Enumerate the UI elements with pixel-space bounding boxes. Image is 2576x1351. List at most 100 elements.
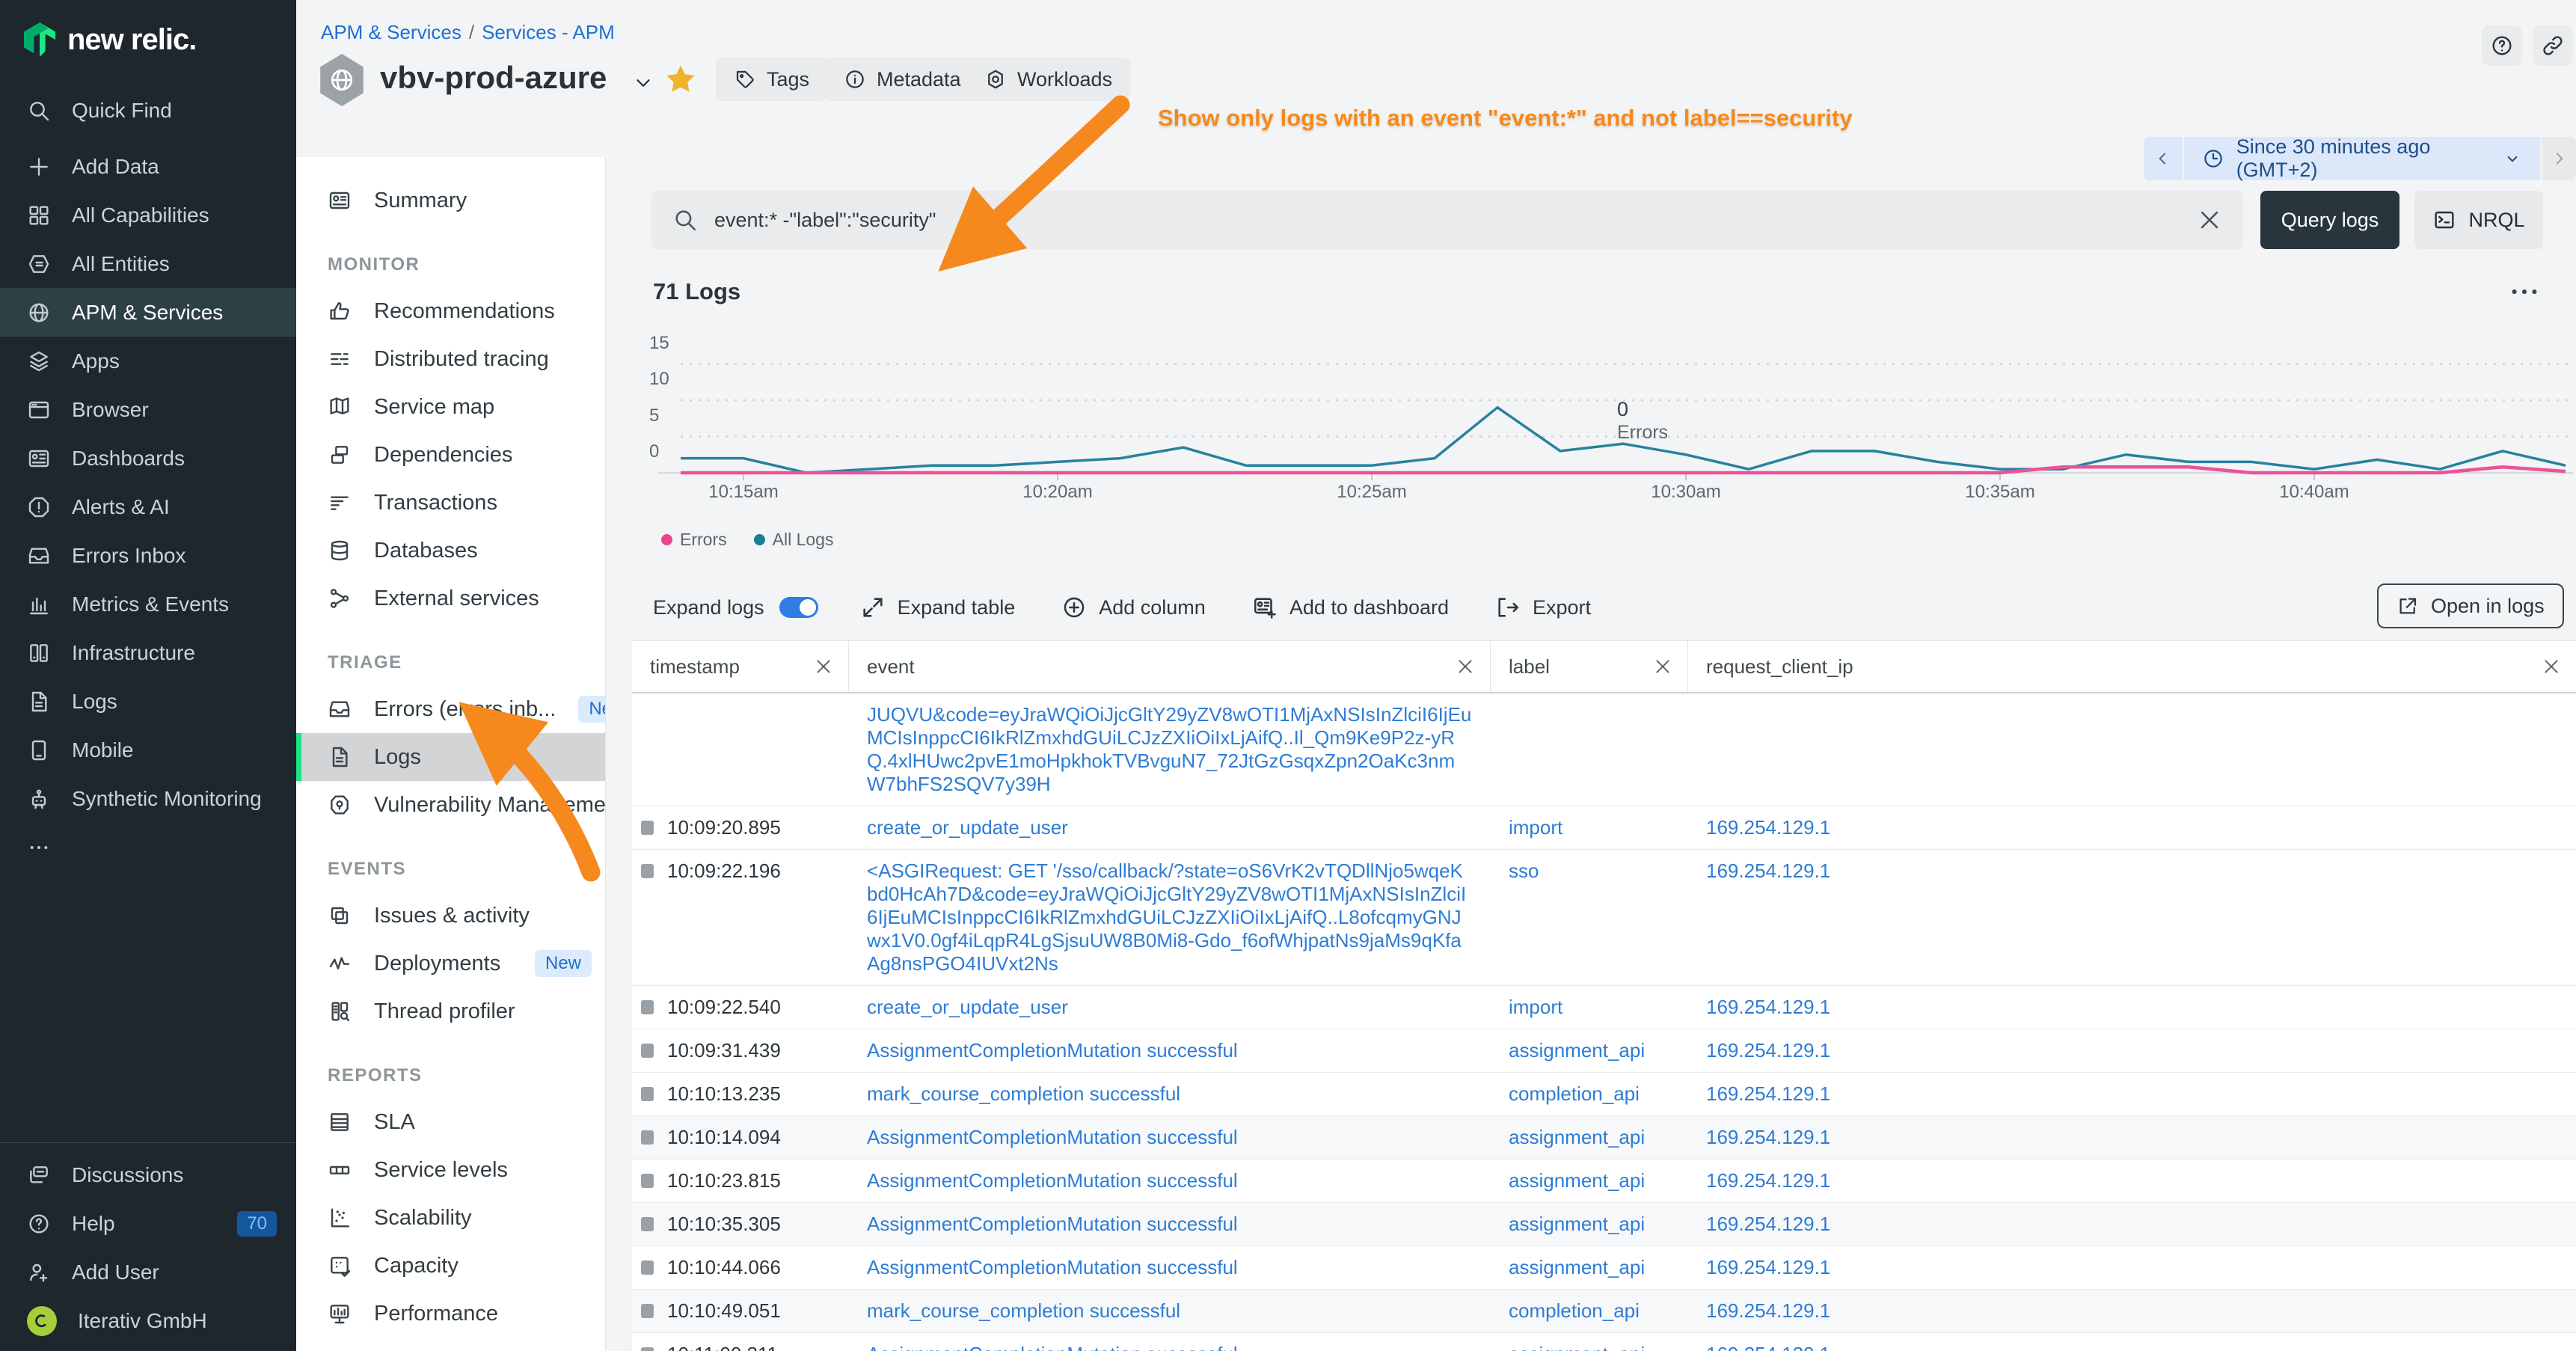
sidebar-item-help[interactable]: Help70	[0, 1199, 296, 1248]
workloads-button[interactable]: Workloads	[966, 58, 1130, 101]
cell-request-client-ip-link[interactable]: 169.254.129.1	[1688, 1029, 2576, 1072]
cell-label-link[interactable]: completion_api	[1491, 1290, 1688, 1332]
subnav-item-issues-activity[interactable]: Issues & activity	[296, 892, 605, 940]
cell-event-link[interactable]: AssignmentCompletionMutation successful	[849, 1246, 1491, 1289]
sidebar-item-iterativ-gmbh[interactable]: Iterativ GmbH	[0, 1296, 296, 1345]
cell-request-client-ip-link[interactable]: 169.254.129.1	[1688, 1116, 2576, 1159]
cell-event-link[interactable]: AssignmentCompletionMutation successful	[849, 1333, 1491, 1351]
table-row[interactable]: 10:10:14.094AssignmentCompletionMutation…	[632, 1116, 2576, 1159]
subnav-item-vulnerability-management[interactable]: Vulnerability Management	[296, 781, 605, 829]
query-logs-button[interactable]: Query logs	[2260, 191, 2399, 249]
cell-event-link[interactable]: <ASGIRequest: GET '/sso/callback/?state=…	[849, 850, 1491, 985]
new-relic-logo[interactable]: new relic.	[0, 0, 296, 79]
log-query-input[interactable]: event:* -"label":"security"	[651, 191, 2243, 249]
subnav-item-thread-profiler[interactable]: Thread profiler	[296, 987, 605, 1035]
cell-label-link[interactable]: completion_api	[1491, 1073, 1688, 1115]
cell-request-client-ip-link[interactable]: 169.254.129.1	[1688, 1073, 2576, 1115]
panel-menu-icon[interactable]	[2507, 278, 2542, 305]
table-row[interactable]: 10:10:23.815AssignmentCompletionMutation…	[632, 1159, 2576, 1203]
cell-request-client-ip-link[interactable]: 169.254.129.1	[1688, 1333, 2576, 1351]
subnav-item-service-levels[interactable]: Service levels	[296, 1146, 605, 1194]
cell-event-link[interactable]: AssignmentCompletionMutation successful	[849, 1203, 1491, 1246]
sidebar-item-add-data[interactable]: Add Data	[0, 142, 296, 191]
expand-table-button[interactable]: Expand table	[860, 595, 1016, 620]
cell-event-link[interactable]: JUQVU&code=eyJraWQiOiJjcGltY29yZV8wOTI1M…	[849, 693, 1491, 806]
cell-request-client-ip-link[interactable]	[1688, 693, 2576, 806]
subnav-item-external-services[interactable]: External services	[296, 575, 605, 622]
subnav-item-service-map[interactable]: Service map	[296, 383, 605, 431]
nrql-button[interactable]: NRQL	[2414, 191, 2543, 249]
table-row[interactable]: 10:09:22.540create_or_update_userimport1…	[632, 986, 2576, 1029]
cell-request-client-ip-link[interactable]: 169.254.129.1	[1688, 1290, 2576, 1332]
cell-request-client-ip-link[interactable]: 169.254.129.1	[1688, 850, 2576, 985]
favorite-star-icon[interactable]	[664, 63, 697, 96]
sidebar-item-metrics-events[interactable]: Metrics & Events	[0, 580, 296, 628]
table-row[interactable]: 10:10:13.235mark_course_completion succe…	[632, 1073, 2576, 1116]
table-row[interactable]: 10:09:22.196<ASGIRequest: GET '/sso/call…	[632, 850, 2576, 986]
cell-event-link[interactable]: AssignmentCompletionMutation successful	[849, 1029, 1491, 1072]
cell-label-link[interactable]: assignment_api	[1491, 1116, 1688, 1159]
cell-event-link[interactable]: AssignmentCompletionMutation successful	[849, 1159, 1491, 1202]
cell-label-link[interactable]: import	[1491, 986, 1688, 1029]
remove-column-icon[interactable]	[1456, 657, 1475, 676]
sidebar-item-all-entities[interactable]: All Entities	[0, 239, 296, 288]
subnav-item-databases[interactable]: Databases	[296, 527, 605, 575]
sidebar-item-logs[interactable]: Logs	[0, 677, 296, 726]
subnav-item-scalability[interactable]: Scalability	[296, 1194, 605, 1242]
sidebar-item-synthetic-monitoring[interactable]: Synthetic Monitoring	[0, 774, 296, 823]
sidebar-item-infrastructure[interactable]: Infrastructure	[0, 628, 296, 677]
quick-find[interactable]: Quick Find	[0, 79, 296, 142]
time-range-button[interactable]: Since 30 minutes ago (GMT+2)	[2184, 137, 2540, 180]
cell-event-link[interactable]: mark_course_completion successful	[849, 1290, 1491, 1332]
sidebar-item-add-user[interactable]: Add User	[0, 1248, 296, 1296]
cell-label-link[interactable]: import	[1491, 806, 1688, 849]
breadcrumb-services-apm[interactable]: Services - APM	[482, 21, 615, 43]
sidebar-item-mobile[interactable]: Mobile	[0, 726, 296, 774]
time-back-button[interactable]	[2144, 137, 2183, 180]
sidebar-item-discussions[interactable]: Discussions	[0, 1151, 296, 1199]
cell-label-link[interactable]: assignment_api	[1491, 1159, 1688, 1202]
sidebar-item-browser[interactable]: Browser	[0, 385, 296, 434]
expand-logs-toggle[interactable]	[779, 597, 818, 618]
export-button[interactable]: Export	[1495, 595, 1591, 620]
cell-request-client-ip-link[interactable]: 169.254.129.1	[1688, 1246, 2576, 1289]
cell-label-link[interactable]: assignment_api	[1491, 1246, 1688, 1289]
table-row[interactable]: 10:09:20.895create_or_update_userimport1…	[632, 806, 2576, 850]
cell-event-link[interactable]: mark_course_completion successful	[849, 1073, 1491, 1115]
time-forward-button[interactable]	[2542, 137, 2576, 180]
cell-label-link[interactable]: assignment_api	[1491, 1203, 1688, 1246]
breadcrumb-apm-services[interactable]: APM & Services	[321, 21, 461, 43]
cell-event-link[interactable]: create_or_update_user	[849, 806, 1491, 849]
remove-column-icon[interactable]	[2542, 657, 2561, 676]
sidebar-item-errors-inbox[interactable]: Errors Inbox	[0, 531, 296, 580]
add-to-dashboard-button[interactable]: Add to dashboard	[1252, 595, 1449, 620]
subnav-item-dependencies[interactable]: Dependencies	[296, 431, 605, 479]
cell-label-link[interactable]	[1491, 693, 1688, 806]
sidebar-item-apps[interactable]: Apps	[0, 337, 296, 385]
subnav-item-logs[interactable]: Logs	[296, 733, 605, 781]
cell-label-link[interactable]: assignment_api	[1491, 1333, 1688, 1351]
help-button[interactable]	[2482, 25, 2522, 66]
table-row[interactable]: 10:10:44.066AssignmentCompletionMutation…	[632, 1246, 2576, 1290]
table-row[interactable]: 10:10:49.051mark_course_completion succe…	[632, 1290, 2576, 1333]
subnav-item-performance[interactable]: Performance	[296, 1290, 605, 1338]
clear-query-icon[interactable]	[2197, 207, 2222, 233]
cell-label-link[interactable]: assignment_api	[1491, 1029, 1688, 1072]
table-row[interactable]: 10:09:31.439AssignmentCompletionMutation…	[632, 1029, 2576, 1073]
remove-column-icon[interactable]	[814, 657, 833, 676]
sidebar-item-all-capabilities[interactable]: All Capabilities	[0, 191, 296, 239]
sidebar-item-alerts-ai[interactable]: Alerts & AI	[0, 482, 296, 531]
sidebar-item-more[interactable]	[0, 823, 296, 871]
cell-event-link[interactable]: create_or_update_user	[849, 986, 1491, 1029]
metadata-button[interactable]: Metadata	[826, 58, 979, 101]
cell-request-client-ip-link[interactable]: 169.254.129.1	[1688, 806, 2576, 849]
subnav-item-deployments[interactable]: DeploymentsNew	[296, 940, 605, 987]
permalink-button[interactable]	[2533, 25, 2573, 66]
subnav-item-summary[interactable]: Summary	[296, 177, 605, 224]
legend-item-all-logs[interactable]: All Logs	[754, 530, 834, 550]
subnav-item-recommendations[interactable]: Recommendations	[296, 287, 605, 335]
cell-request-client-ip-link[interactable]: 169.254.129.1	[1688, 986, 2576, 1029]
table-row[interactable]: 10:11:00.311AssignmentCompletionMutation…	[632, 1333, 2576, 1351]
legend-item-errors[interactable]: Errors	[661, 530, 727, 550]
cell-event-link[interactable]: AssignmentCompletionMutation successful	[849, 1116, 1491, 1159]
